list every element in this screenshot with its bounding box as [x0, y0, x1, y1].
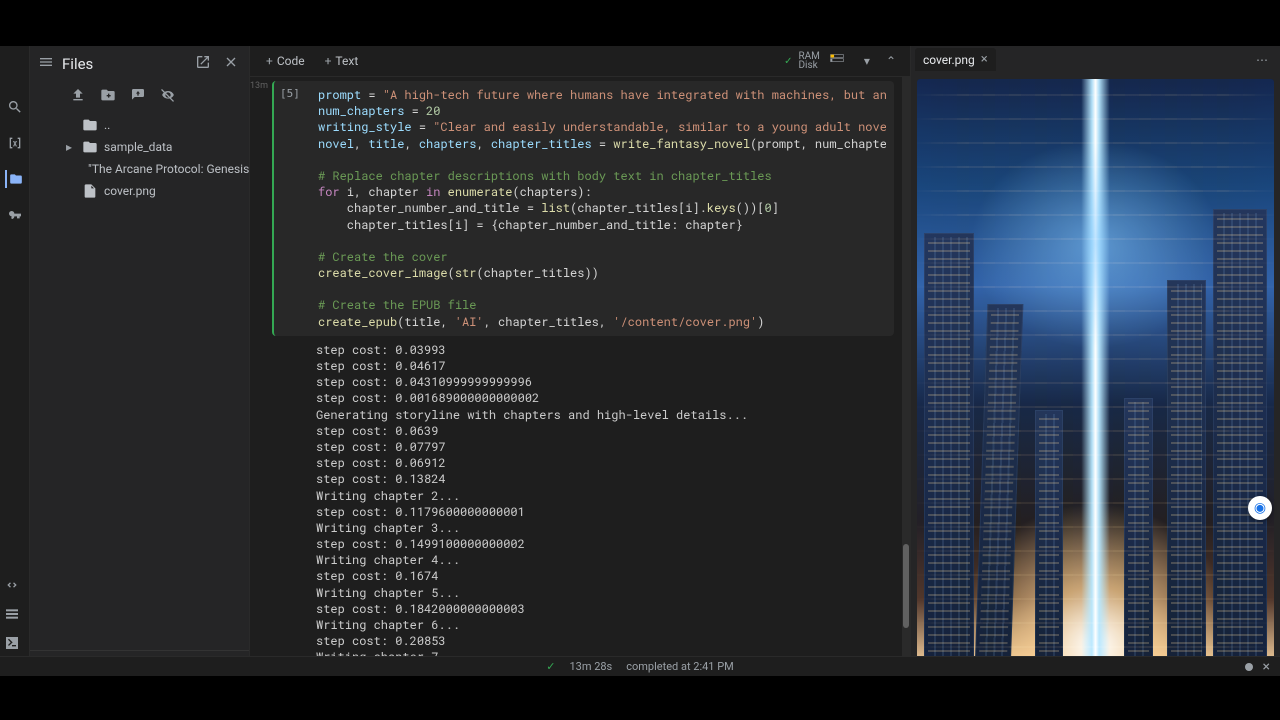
- status-bar: ✓ 13m 28s completed at 2:41 PM ×: [0, 656, 1280, 676]
- close-status-icon[interactable]: ×: [1263, 659, 1270, 675]
- mount-drive-icon[interactable]: [130, 87, 146, 106]
- toggle-hidden-icon[interactable]: [160, 87, 176, 106]
- kernel-status-icon[interactable]: [1245, 663, 1253, 671]
- close-tab-icon[interactable]: ×: [981, 52, 988, 67]
- more-icon[interactable]: ⋯: [1250, 53, 1276, 67]
- tree-file-cover[interactable]: cover.png: [34, 180, 249, 202]
- runtime-menu-caret[interactable]: ▾: [858, 52, 876, 70]
- tree-file-epub[interactable]: "The Arcane Protocol: Genesis of T...: [34, 158, 249, 180]
- new-folder-icon[interactable]: [100, 87, 116, 106]
- tree-up[interactable]: ..: [34, 114, 249, 136]
- code-snippet-icon[interactable]: [4, 577, 20, 596]
- new-window-icon[interactable]: [193, 52, 213, 75]
- collapse-icon[interactable]: ⌃: [880, 52, 902, 70]
- terminal-icon[interactable]: [4, 635, 20, 654]
- colab-fab[interactable]: ◉: [1248, 496, 1272, 520]
- preview-tab[interactable]: cover.png ×: [915, 48, 996, 71]
- search-icon[interactable]: [6, 98, 24, 116]
- file-tree: .. ▸sample_data "The Arcane Protocol: Ge…: [30, 114, 249, 650]
- code-editor[interactable]: prompt = "A high-tech future where human…: [318, 87, 886, 330]
- tree-folder[interactable]: ▸sample_data: [34, 136, 249, 158]
- file-toolbar: [30, 81, 249, 114]
- menu-icon[interactable]: [38, 54, 54, 73]
- sidebar-title: Files: [62, 55, 185, 73]
- cover-image-preview: [917, 79, 1274, 670]
- code-cell[interactable]: [5] prompt = "A high-tech future where h…: [268, 77, 902, 676]
- upload-icon[interactable]: [70, 87, 86, 106]
- variables-icon[interactable]: [6, 134, 24, 152]
- close-sidebar-icon[interactable]: [221, 52, 241, 75]
- execution-count: [5]: [280, 87, 300, 100]
- add-text-button[interactable]: +Text: [317, 50, 367, 72]
- scrollbar[interactable]: [902, 77, 910, 676]
- bottom-rail: [4, 577, 20, 654]
- preview-pane: cover.png × ⋯: [910, 46, 1280, 676]
- cell-output: step cost: 0.03993 step cost: 0.04617 st…: [272, 342, 902, 676]
- notebook-toolbar: +Code +Text ✓ RAMDisk ▾ ⌃: [250, 46, 910, 77]
- status-duration: 13m 28s: [569, 660, 612, 673]
- status-check-icon: ✓: [546, 660, 555, 673]
- notebook-main: +Code +Text ✓ RAMDisk ▾ ⌃ 13m [5] prompt…: [250, 46, 910, 676]
- check-icon: ✓: [784, 56, 792, 67]
- files-sidebar: Files .. ▸sample_data "The Arcane Protoc…: [30, 46, 250, 676]
- resource-gauge[interactable]: ✓ RAMDisk: [778, 52, 854, 70]
- status-completed: completed at 2:41 PM: [626, 660, 734, 673]
- key-icon[interactable]: [6, 206, 24, 224]
- add-code-button[interactable]: +Code: [258, 50, 313, 72]
- cell-gutter: 13m: [250, 77, 268, 676]
- command-palette-icon[interactable]: [4, 606, 20, 625]
- files-icon[interactable]: [5, 170, 23, 188]
